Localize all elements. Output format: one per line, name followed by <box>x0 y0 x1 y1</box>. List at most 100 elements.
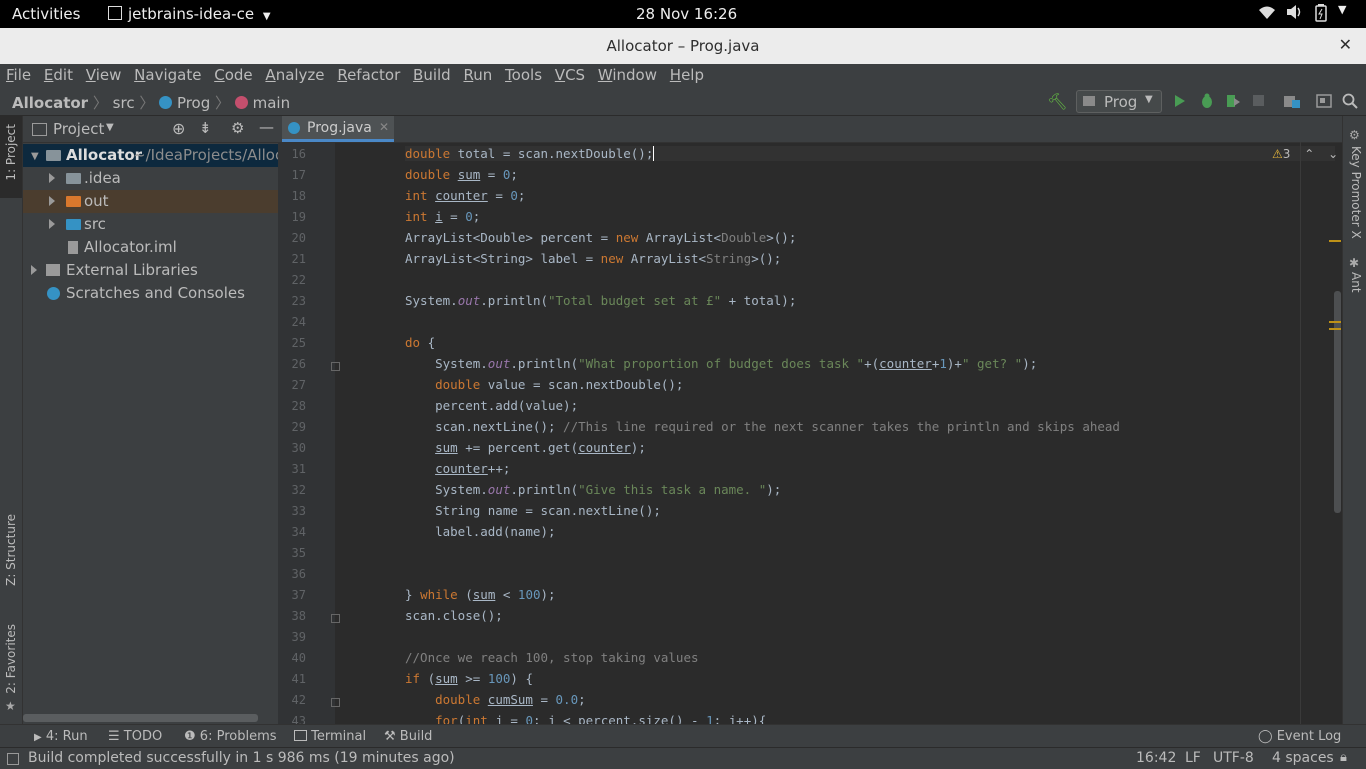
chevron-down-icon[interactable]: ⌄ <box>1328 147 1338 161</box>
app-icon <box>108 6 122 20</box>
vertical-scrollbar[interactable] <box>1334 291 1341 513</box>
close-icon[interactable]: ✕ <box>1339 35 1352 54</box>
breadcrumb-class[interactable]: Prog <box>177 94 210 112</box>
tree-root-label: Allocator <box>66 146 143 164</box>
tree-item-out[interactable]: out <box>23 190 278 213</box>
star-icon: ★ <box>5 699 16 713</box>
collapse-all-icon[interactable]: ⇟ <box>199 119 212 137</box>
menu-file[interactable]: File <box>6 64 31 84</box>
breadcrumb-method[interactable]: main <box>253 94 290 112</box>
tree-item-scratches[interactable]: Scratches and Consoles <box>23 282 278 305</box>
code-line: for(int j = 0; j < percent.size() - 1; j… <box>435 713 767 724</box>
warning-marker[interactable] <box>1329 240 1341 242</box>
debug-icon[interactable] <box>1199 93 1215 113</box>
tree-item-src[interactable]: src <box>23 213 278 236</box>
tree-item-root[interactable]: ▼ Allocator ~/IdeaProjects/Allocator <box>23 144 278 167</box>
clock[interactable]: 28 Nov 16:26 <box>636 5 737 23</box>
build-tool-tab[interactable]: ⚒ Build <box>384 729 432 744</box>
problems-tool-tab[interactable]: ❶ 6: Problems <box>184 729 277 744</box>
presentation-icon[interactable] <box>1316 94 1332 112</box>
locate-icon[interactable]: ⊕ <box>172 119 185 138</box>
code-line: scan.close(); <box>405 608 503 623</box>
project-tool-tab[interactable]: 1: Project <box>0 116 22 198</box>
menu-navigate[interactable]: Navigate <box>134 64 201 84</box>
menu-help[interactable]: Help <box>670 64 704 84</box>
project-panel-header: Project ▼ ⊕ ⇟ ⚙ — <box>23 116 278 143</box>
tree-item-iml[interactable]: Allocator.iml <box>23 236 278 259</box>
code-line: double sum = 0; <box>405 167 518 182</box>
warning-marker[interactable] <box>1329 328 1341 330</box>
code-line: do { <box>405 335 436 350</box>
horizontal-scrollbar[interactable] <box>23 714 258 722</box>
ant-tab[interactable]: Ant <box>1349 272 1363 293</box>
fold-icon[interactable] <box>331 614 340 623</box>
run-tool-tab[interactable]: ▶ 4: Run <box>34 729 88 744</box>
lock-icon[interactable]: 🔒︎ <box>1340 750 1347 765</box>
menu-edit[interactable]: Edit <box>44 64 73 84</box>
caret-position[interactable]: 16:42 <box>1136 750 1176 766</box>
coverage-icon[interactable] <box>1225 93 1241 113</box>
tree-item-external-libraries[interactable]: External Libraries <box>23 259 278 282</box>
folder-icon <box>66 173 81 184</box>
fold-icon[interactable] <box>331 698 340 707</box>
breadcrumb-project[interactable]: Allocator <box>12 94 88 112</box>
menu-refactor[interactable]: Refactor <box>337 64 400 84</box>
menu-window[interactable]: Window <box>598 64 657 84</box>
structure-tool-tab[interactable]: Z: Structure <box>4 514 18 586</box>
event-log-tab[interactable]: ◯ Event Log <box>1258 729 1341 744</box>
tab-prog-java[interactable]: Prog.java ✕ <box>282 116 394 142</box>
menu-run[interactable]: Run <box>464 64 493 84</box>
status-message[interactable]: Build completed successfully in 1 s 986 … <box>28 750 455 766</box>
tree-item-idea[interactable]: .idea <box>23 167 278 190</box>
chevron-up-icon[interactable]: ⌃ <box>1304 147 1314 161</box>
gear-icon[interactable]: ⚙ <box>231 119 244 137</box>
minimize-icon[interactable]: — <box>259 118 274 136</box>
breadcrumb-src[interactable]: src <box>113 94 135 112</box>
favorites-tool-tab[interactable]: 2: Favorites <box>4 624 18 694</box>
menu-code[interactable]: Code <box>214 64 252 84</box>
line-number: 19 <box>291 210 306 224</box>
line-number: 43 <box>291 714 306 724</box>
system-menu-chevron-icon[interactable]: ▼ <box>1338 3 1346 16</box>
terminal-tool-tab[interactable]: Terminal <box>294 729 366 744</box>
menu-analyze[interactable]: Analyze <box>265 64 324 84</box>
battery-icon[interactable] <box>1314 4 1328 26</box>
file-encoding[interactable]: UTF-8 <box>1213 750 1254 766</box>
source-folder-icon <box>66 219 81 230</box>
right-margin-guide <box>1300 142 1301 724</box>
status-bar: Build completed successfully in 1 s 986 … <box>0 747 1366 769</box>
menu-view[interactable]: View <box>86 64 122 84</box>
app-menu[interactable]: jetbrains-idea-ce ▼ <box>108 5 271 23</box>
key-promoter-tab[interactable]: Key Promoter X <box>1349 146 1363 239</box>
search-icon[interactable] <box>1342 93 1358 113</box>
module-folder-icon <box>46 150 61 161</box>
line-number: 41 <box>291 672 306 686</box>
project-view-select[interactable]: Project <box>53 120 104 138</box>
run-icon[interactable] <box>1174 94 1186 112</box>
indent-setting[interactable]: 4 spaces <box>1272 750 1334 766</box>
line-separator[interactable]: LF <box>1185 750 1201 766</box>
run-config-icon <box>1083 96 1095 106</box>
close-tab-icon[interactable]: ✕ <box>379 120 389 134</box>
menu-build[interactable]: Build <box>413 64 451 84</box>
build-hammer-icon[interactable]: 🔨︎ <box>1047 92 1067 111</box>
stop-icon[interactable] <box>1253 95 1264 106</box>
wifi-icon[interactable] <box>1258 4 1276 24</box>
class-icon <box>288 122 300 134</box>
chevron-down-icon[interactable]: ▼ <box>106 122 114 133</box>
run-config-select[interactable]: Prog ▼ <box>1076 90 1162 113</box>
volume-icon[interactable] <box>1285 4 1303 24</box>
toggle-tool-windows-icon[interactable] <box>7 753 19 765</box>
menu-tools[interactable]: Tools <box>505 64 542 84</box>
inspection-widget[interactable]: ⚠3 ⌃ ⌄ <box>1272 147 1338 161</box>
code-line: int counter = 0; <box>405 188 526 203</box>
menu-vcs[interactable]: VCS <box>555 64 585 84</box>
project-structure-icon[interactable] <box>1284 94 1300 112</box>
chevron-right-icon <box>49 219 55 229</box>
warning-marker[interactable] <box>1329 321 1341 323</box>
code-line: //Once we reach 100, stop taking values <box>405 650 699 665</box>
todo-tool-tab[interactable]: ☰ TODO <box>108 729 162 744</box>
activities-button[interactable]: Activities <box>12 5 80 23</box>
list-icon: ☰ <box>108 729 120 744</box>
fold-icon[interactable] <box>331 362 340 371</box>
